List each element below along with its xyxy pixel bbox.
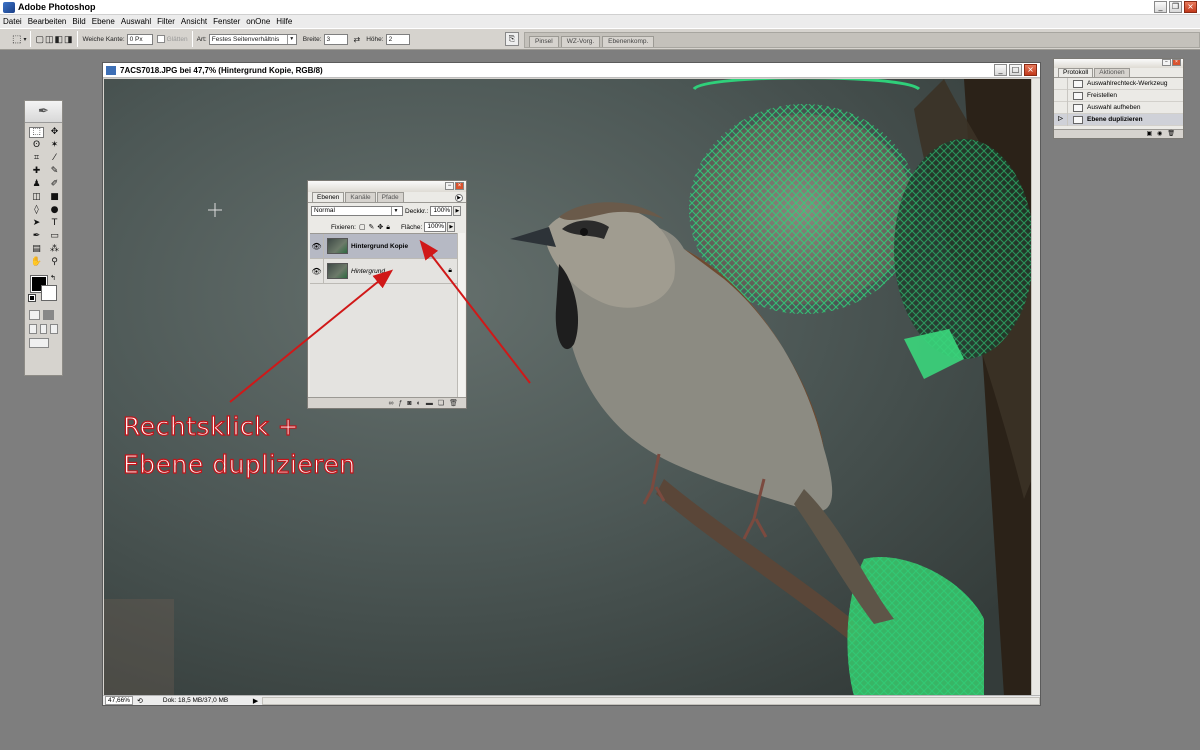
annotation-arrows (229, 239, 531, 403)
annotation-line-1: Rechtsklick + (122, 411, 300, 441)
arrow-to-hintergrund (229, 269, 394, 403)
annotation-text: Rechtsklick + Ebene duplizieren (122, 408, 356, 484)
annotation-line-2: Ebene duplizieren (122, 449, 356, 479)
arrow-to-hintergrund-kopie (419, 239, 531, 384)
